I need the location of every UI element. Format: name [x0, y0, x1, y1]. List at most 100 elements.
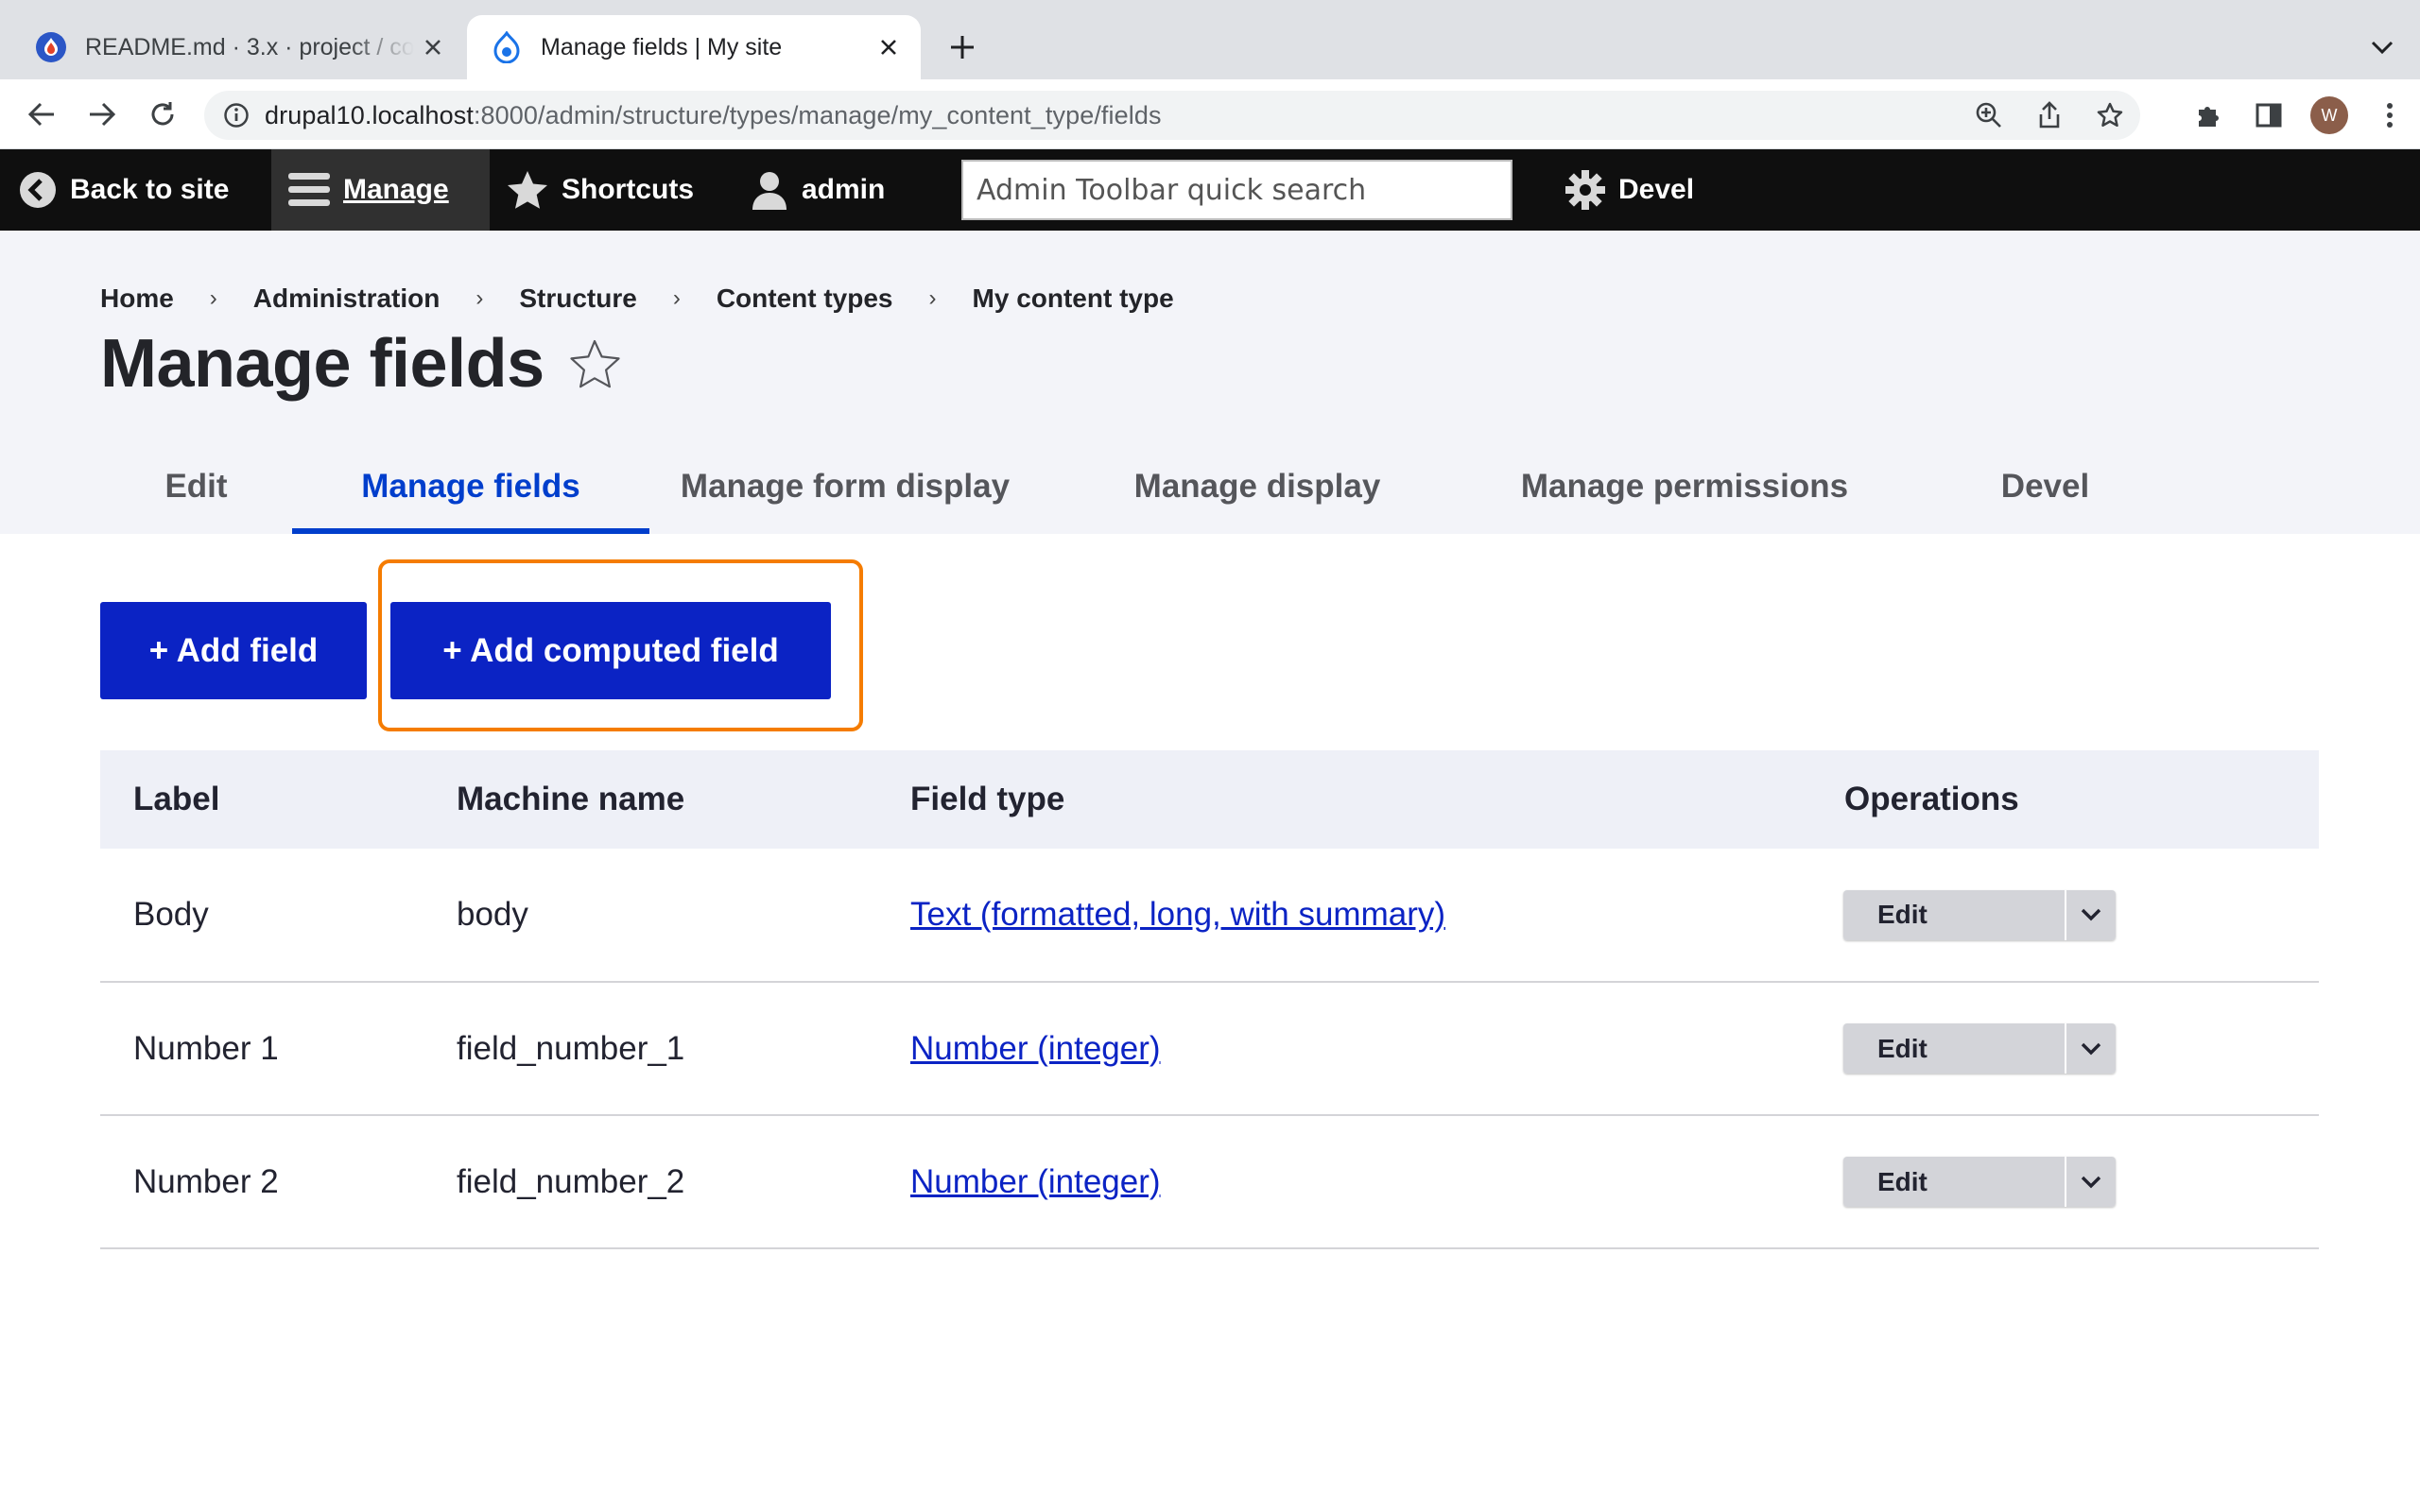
- tab-manage-fields[interactable]: Manage fields: [292, 438, 649, 534]
- tab-title: README.md · 3.x · project / computed_fie…: [85, 33, 414, 60]
- back-to-site-label: Back to site: [70, 174, 230, 205]
- user-icon: [751, 170, 788, 210]
- chevron-down-icon[interactable]: [2363, 28, 2401, 66]
- tab-manage-form-display[interactable]: Manage form display: [649, 438, 1041, 534]
- field-machine-name: field_number_1: [424, 982, 877, 1116]
- header-field-type: Field type: [877, 750, 1811, 849]
- field-machine-name: field_number_2: [424, 1115, 877, 1249]
- admin-toolbar: Back to site Manage Shortcuts admin Admi…: [0, 149, 2420, 231]
- operations-cell: Edit: [1811, 849, 2319, 983]
- add-shortcut-star-icon[interactable]: [569, 339, 620, 388]
- hamburger-icon: [288, 171, 330, 209]
- breadcrumb-separator: ›: [672, 285, 681, 311]
- back-to-site-link[interactable]: Back to site: [19, 149, 229, 231]
- avatar-initial: W: [2310, 96, 2348, 134]
- breadcrumb-administration[interactable]: Administration: [253, 284, 441, 314]
- browser-tab-readme[interactable]: README.md · 3.x · project / computed_fie…: [21, 15, 465, 79]
- header-machine-name: Machine name: [424, 750, 877, 849]
- browser-toolbar: drupal10.localhost:8000/admin/structure/…: [0, 79, 2420, 149]
- breadcrumb-my-content-type[interactable]: My content type: [973, 284, 1174, 314]
- gitlab-drupal-icon: [34, 30, 68, 64]
- share-icon[interactable]: [2019, 91, 2080, 140]
- site-info-icon[interactable]: [221, 100, 251, 130]
- browser-tabstrip: README.md · 3.x · project / computed_fie…: [0, 0, 2420, 79]
- search-placeholder: Admin Toolbar quick search: [977, 173, 1367, 207]
- breadcrumb-separator: ›: [209, 285, 217, 311]
- operations-cell: Edit: [1811, 1115, 2319, 1249]
- header-operations: Operations: [1811, 750, 2319, 849]
- operations-dropbutton: Edit: [1843, 1023, 2116, 1074]
- page-title-row: Manage fields: [100, 325, 620, 403]
- add-computed-field-button[interactable]: + Add computed field: [390, 602, 831, 699]
- address-bar[interactable]: drupal10.localhost:8000/admin/structure/…: [204, 91, 2140, 140]
- url-path: :8000/admin/structure/types/manage/my_co…: [473, 100, 1162, 129]
- user-label: admin: [802, 174, 886, 205]
- edit-button[interactable]: Edit: [1843, 1023, 2065, 1074]
- field-type-cell: Number (integer): [877, 982, 1811, 1116]
- field-type-link[interactable]: Number (integer): [910, 1163, 1161, 1200]
- bookmark-star-icon[interactable]: [2080, 91, 2140, 140]
- reload-icon[interactable]: [144, 95, 182, 133]
- edit-button[interactable]: Edit: [1843, 1157, 2065, 1207]
- manage-label: Manage: [343, 174, 449, 205]
- breadcrumb: Home › Administration › Structure › Cont…: [100, 284, 1174, 314]
- breadcrumb-separator: ›: [928, 285, 937, 311]
- close-icon[interactable]: [414, 28, 452, 66]
- shortcuts-tab[interactable]: Shortcuts: [507, 149, 694, 231]
- user-tab[interactable]: admin: [751, 149, 885, 231]
- side-panel-icon[interactable]: [2238, 91, 2299, 140]
- add-field-button[interactable]: + Add field: [100, 602, 367, 699]
- tab-title: Manage fields | My site: [541, 33, 783, 60]
- tab-manage-permissions[interactable]: Manage permissions: [1474, 438, 1895, 534]
- star-icon: [507, 170, 548, 210]
- zoom-icon[interactable]: [1959, 91, 2019, 140]
- url-host: drupal10.localhost: [265, 100, 474, 129]
- tab-edit[interactable]: Edit: [100, 438, 292, 534]
- forward-arrow-icon[interactable]: [83, 95, 121, 133]
- table-row: Number 1 field_number_1 Number (integer)…: [100, 982, 2319, 1116]
- field-type-link[interactable]: Number (integer): [910, 1030, 1161, 1067]
- devel-label: Devel: [1618, 174, 1695, 205]
- breadcrumb-content-types[interactable]: Content types: [717, 284, 893, 314]
- drupal-icon: [490, 30, 524, 64]
- shortcuts-label: Shortcuts: [562, 174, 695, 205]
- profile-avatar[interactable]: W: [2299, 91, 2360, 140]
- back-circle-icon: [19, 171, 57, 209]
- operations-dropbutton: Edit: [1843, 889, 2116, 940]
- fields-table: Label Machine name Field type Operations…: [100, 750, 2319, 1249]
- browser-tab-manage-fields[interactable]: Manage fields | My site: [467, 15, 921, 79]
- admin-toolbar-search-input[interactable]: Admin Toolbar quick search: [961, 160, 1512, 220]
- page-title: Manage fields: [100, 326, 544, 402]
- field-label: Number 2: [100, 1115, 424, 1249]
- table-row: Body body Text (formatted, long, with su…: [100, 849, 2319, 983]
- edit-button[interactable]: Edit: [1843, 889, 2065, 940]
- tab-manage-display[interactable]: Manage display: [1041, 438, 1474, 534]
- breadcrumb-structure[interactable]: Structure: [519, 284, 636, 314]
- url-text: drupal10.localhost:8000/admin/structure/…: [265, 101, 1162, 130]
- chevron-down-icon[interactable]: [2065, 1023, 2116, 1074]
- field-type-cell: Text (formatted, long, with summary): [877, 849, 1811, 983]
- more-menu-icon[interactable]: [2360, 91, 2420, 140]
- field-type-cell: Number (integer): [877, 1115, 1811, 1249]
- breadcrumb-home[interactable]: Home: [100, 284, 174, 314]
- page-header: Home › Administration › Structure › Cont…: [0, 231, 2420, 534]
- close-icon[interactable]: [870, 28, 908, 66]
- back-arrow-icon[interactable]: [23, 95, 60, 133]
- table-row: Number 2 field_number_2 Number (integer)…: [100, 1115, 2319, 1249]
- devel-tab[interactable]: Devel: [1565, 149, 1694, 231]
- primary-tabs: Edit Manage fields Manage form display M…: [100, 438, 2195, 534]
- field-label: Body: [100, 849, 424, 983]
- field-label: Number 1: [100, 982, 424, 1116]
- tab-devel[interactable]: Devel: [1895, 438, 2195, 534]
- operations-cell: Edit: [1811, 982, 2319, 1116]
- operations-dropbutton: Edit: [1843, 1157, 2116, 1207]
- field-type-link[interactable]: Text (formatted, long, with summary): [910, 896, 1445, 933]
- breadcrumb-separator: ›: [475, 285, 484, 311]
- field-machine-name: body: [424, 849, 877, 983]
- new-tab-plus-icon[interactable]: [942, 26, 983, 68]
- manage-menu-tab[interactable]: Manage: [271, 149, 490, 231]
- extensions-puzzle-icon[interactable]: [2178, 91, 2238, 140]
- chevron-down-icon[interactable]: [2065, 1157, 2116, 1207]
- gear-icon: [1565, 170, 1605, 210]
- chevron-down-icon[interactable]: [2065, 889, 2116, 940]
